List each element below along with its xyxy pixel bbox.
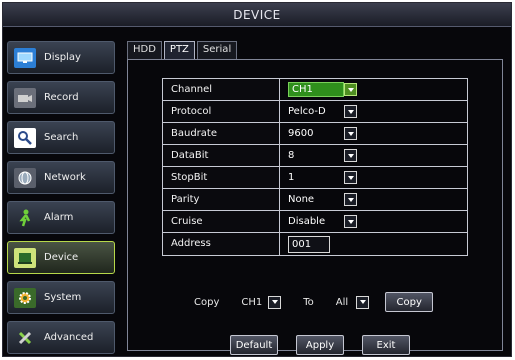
sidebar-item-network[interactable]: Network: [7, 161, 115, 194]
baudrate-row: Baudrate 9600: [163, 123, 467, 145]
copy-to-select[interactable]: All: [336, 297, 348, 308]
sidebar-item-label: Network: [44, 172, 86, 183]
sidebar-item-label: Display: [44, 52, 81, 63]
sidebar-item-search[interactable]: Search: [7, 121, 115, 154]
window-title: DEVICE: [3, 3, 511, 27]
camera-icon: [14, 87, 36, 108]
sidebar-item-label: Device: [44, 252, 79, 263]
baudrate-label: Baudrate: [163, 123, 280, 144]
gear-icon: [14, 287, 36, 308]
ptz-settings-form: Channel CH1 Protocol Pelco-D Baudrate 96…: [162, 78, 468, 256]
channel-label: Channel: [163, 79, 280, 100]
apply-button[interactable]: Apply: [296, 335, 344, 355]
parity-label: Parity: [163, 189, 280, 210]
copy-label: Copy: [194, 296, 220, 308]
protocol-row: Protocol Pelco-D: [163, 101, 467, 123]
sidebar-item-device[interactable]: Device: [7, 241, 115, 274]
channel-select[interactable]: CH1: [288, 82, 344, 97]
chevron-down-icon: [347, 197, 354, 202]
cruise-dropdown-button[interactable]: [344, 215, 357, 228]
ptz-panel: Channel CH1 Protocol Pelco-D Baudrate 96…: [127, 59, 503, 355]
cruise-label: Cruise: [163, 211, 280, 232]
sidebar-item-label: Search: [44, 132, 79, 143]
sidebar-item-label: Advanced: [44, 332, 94, 343]
sidebar-item-alarm[interactable]: Alarm: [7, 201, 115, 234]
tab-ptz[interactable]: PTZ: [163, 41, 195, 59]
cruise-row: Cruise Disable: [163, 211, 467, 233]
copy-button[interactable]: Copy: [385, 292, 434, 312]
tab-bar: HDD PTZ Serial: [127, 41, 239, 59]
sidebar-item-advanced[interactable]: Advanced: [7, 321, 115, 354]
baudrate-dropdown-button[interactable]: [344, 127, 357, 140]
sidebar-item-label: Record: [44, 92, 79, 103]
databit-dropdown-button[interactable]: [344, 149, 357, 162]
copy-to-dropdown-button[interactable]: [356, 295, 370, 309]
parity-dropdown-button[interactable]: [344, 193, 357, 206]
tools-icon: [14, 328, 36, 348]
address-row: Address 001: [163, 233, 467, 255]
chevron-down-icon: [347, 219, 354, 224]
sidebar-item-label: Alarm: [44, 212, 74, 223]
chevron-down-icon: [271, 300, 278, 304]
sidebar-item-label: System: [44, 292, 82, 303]
globe-icon: [14, 167, 36, 188]
chevron-down-icon: [347, 131, 354, 136]
sidebar-item-display[interactable]: Display: [7, 41, 115, 74]
stopbit-label: StopBit: [163, 167, 280, 188]
parity-row: Parity None: [163, 189, 467, 211]
parity-select[interactable]: None: [288, 194, 344, 205]
databit-row: DataBit 8: [163, 145, 467, 167]
content-area: HDD PTZ Serial Channel CH1 Protocol Pelc…: [121, 31, 509, 355]
cruise-select[interactable]: Disable: [288, 216, 344, 227]
monitor-icon: [14, 47, 36, 68]
channel-row: Channel CH1: [163, 79, 467, 101]
copy-settings-row: Copy CH1 To All Copy: [194, 292, 434, 312]
default-button[interactable]: Default: [230, 335, 278, 355]
stopbit-select[interactable]: 1: [288, 172, 344, 183]
action-buttons: Default Apply Exit: [230, 335, 428, 355]
databit-select[interactable]: 8: [288, 150, 344, 161]
stopbit-dropdown-button[interactable]: [344, 171, 357, 184]
to-label: To: [303, 296, 314, 308]
chevron-down-icon: [347, 87, 354, 92]
channel-dropdown-button[interactable]: [344, 83, 357, 96]
copy-from-select[interactable]: CH1: [241, 297, 262, 308]
sidebar: Display Record Search Network Alarm Devi…: [7, 41, 115, 360]
sidebar-item-record[interactable]: Record: [7, 81, 115, 114]
device-icon: [14, 247, 36, 268]
protocol-dropdown-button[interactable]: [344, 105, 357, 118]
tab-serial[interactable]: Serial: [196, 41, 238, 59]
baudrate-select[interactable]: 9600: [288, 128, 344, 139]
address-label: Address: [163, 233, 280, 255]
tab-hdd[interactable]: HDD: [127, 41, 162, 59]
protocol-select[interactable]: Pelco-D: [288, 106, 344, 117]
protocol-label: Protocol: [163, 101, 280, 122]
exit-button[interactable]: Exit: [362, 335, 410, 355]
magnifier-icon: [14, 127, 36, 148]
sidebar-item-system[interactable]: System: [7, 281, 115, 314]
chevron-down-icon: [359, 300, 366, 304]
alarm-person-icon: [14, 208, 36, 228]
chevron-down-icon: [347, 109, 354, 114]
databit-label: DataBit: [163, 145, 280, 166]
address-input[interactable]: 001: [288, 235, 330, 253]
stopbit-row: StopBit 1: [163, 167, 467, 189]
chevron-down-icon: [347, 175, 354, 180]
device-window: DEVICE Display Record Search Network Ala…: [2, 2, 512, 357]
chevron-down-icon: [347, 153, 354, 158]
copy-from-dropdown-button[interactable]: [268, 295, 282, 309]
